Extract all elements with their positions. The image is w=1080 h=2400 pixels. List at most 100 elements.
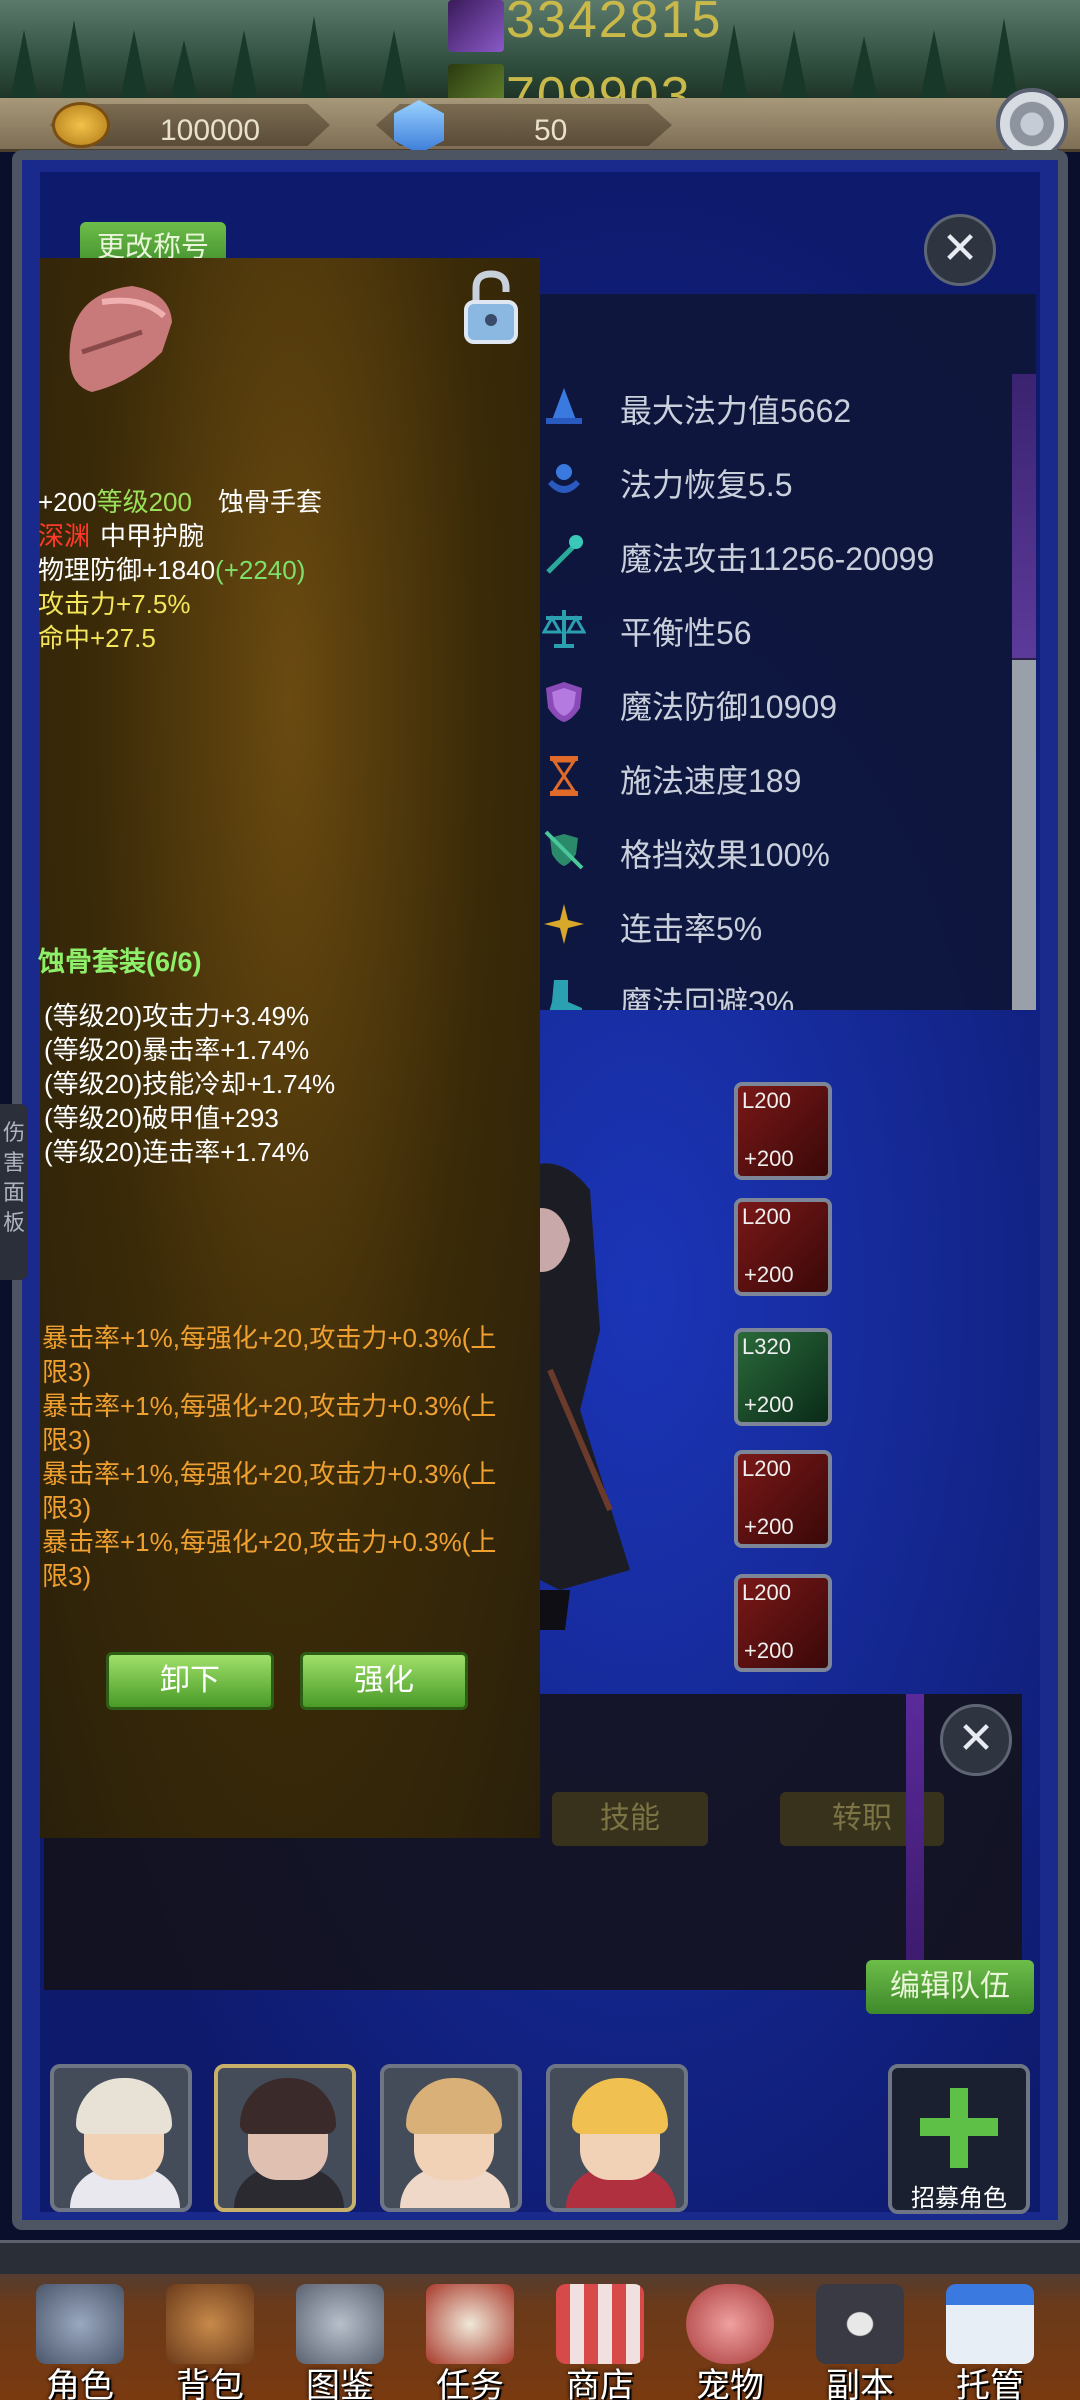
- stat-row: 连击率5%: [530, 892, 1010, 952]
- meat-icon: [686, 2284, 774, 2364]
- special-effect-line: 暴击率+1%,每强化+20,攻击力+0.3%(上: [42, 1459, 497, 1489]
- stat-text: 魔法回避3%: [620, 985, 795, 1010]
- set-bonus-line: (等级20)技能冷却+1.74%: [44, 1069, 336, 1099]
- set-bonus-line: (等级20)暴击率+1.74%: [44, 1035, 310, 1065]
- attr-attack: 攻击力+7.5%: [38, 589, 191, 619]
- edit-team-button[interactable]: 编辑队伍: [866, 1960, 1034, 2014]
- team-portrait-selected[interactable]: [214, 2064, 356, 2212]
- equipment-slot[interactable]: L320 +200: [734, 1328, 832, 1426]
- slot-level: L200: [742, 1456, 791, 1481]
- nav-dungeon[interactable]: 副本: [800, 2280, 920, 2400]
- unequip-button[interactable]: 卸下: [106, 1652, 274, 1710]
- hourglass-icon: [550, 756, 578, 796]
- item-name: 蚀骨手套: [217, 487, 322, 517]
- stats-scrollbar-lower: [1012, 660, 1036, 1010]
- nav-shop[interactable]: 商店: [540, 2280, 660, 2400]
- team-portrait[interactable]: [546, 2064, 688, 2212]
- stat-text: 格挡效果100%: [620, 837, 830, 873]
- slot-level: L320: [742, 1334, 791, 1359]
- magic-power-value: 3342815: [506, 0, 723, 49]
- nav-label: 商店: [566, 2367, 634, 2400]
- stat-row: 魔法攻击11256-20099: [530, 522, 1010, 582]
- portrait-hair: [240, 2078, 336, 2134]
- phys-def-bonus: (+2240): [215, 555, 306, 585]
- equipment-slot[interactable]: L200 +200: [734, 1082, 832, 1180]
- phys-def-line: 物理防御+1840(+2240): [38, 550, 305, 587]
- gold-amount: 100000: [160, 114, 261, 147]
- close-panel-button[interactable]: ✕: [924, 214, 996, 286]
- magic-wand-icon: [546, 535, 583, 574]
- portrait-hair: [76, 2078, 172, 2134]
- nav-label: 角色: [46, 2367, 114, 2400]
- set-bonus-line: (等级20)连击率+1.74%: [44, 1137, 310, 1167]
- stat-row: 格挡效果100%: [530, 818, 1010, 878]
- stat-row: 魔法防御10909: [530, 670, 1010, 730]
- slot-enhance: +200: [744, 1262, 794, 1287]
- enhance-level: +200: [38, 487, 97, 517]
- item-level: 等级200: [96, 487, 192, 517]
- equipment-slot[interactable]: L200 +200: [734, 1450, 832, 1548]
- nav-character[interactable]: 角色: [20, 2280, 140, 2400]
- recruit-label: 招募角色: [911, 2185, 1007, 2212]
- unlock-padlock-icon[interactable]: [462, 270, 520, 344]
- equipment-slot[interactable]: L200 +200: [734, 1574, 832, 1672]
- skull-gate-icon: [816, 2284, 904, 2364]
- set-title: 蚀骨套装(6/6): [38, 947, 202, 977]
- nav-label: 任务: [436, 2367, 504, 2400]
- team-portrait[interactable]: [50, 2064, 192, 2212]
- plus-icon-bar: [920, 2118, 998, 2136]
- stat-row: 施法速度189: [530, 744, 1010, 804]
- item-header-line: +200等级200 蚀骨手套: [38, 482, 322, 519]
- damage-panel-tab[interactable]: 伤害面板: [0, 1104, 28, 1280]
- gauntlet-icon: [69, 286, 172, 392]
- magic-shield-icon: [546, 682, 582, 722]
- special-effect-line: 暴击率+1%,每强化+20,攻击力+0.3%(上: [42, 1527, 497, 1557]
- slot-level: L200: [742, 1088, 791, 1113]
- combo-star-icon: [544, 904, 584, 944]
- stat-text: 最大法力值5662: [620, 393, 852, 429]
- nav-label: 图鉴: [306, 2367, 374, 2400]
- nav-codex[interactable]: 图鉴: [280, 2280, 400, 2400]
- gem-amount: 50: [534, 114, 568, 147]
- special-effect-line: 限3): [42, 1493, 92, 1523]
- close-lower-panel-button[interactable]: ✕: [940, 1704, 1012, 1776]
- slot-enhance: +200: [744, 1392, 794, 1417]
- nav-auto[interactable]: 托管: [930, 2280, 1050, 2400]
- nav-backpack[interactable]: 背包: [150, 2280, 270, 2400]
- stats-scrollbar-thumb[interactable]: [1012, 374, 1036, 658]
- backpack-icon: [166, 2284, 254, 2364]
- slot-enhance: +200: [744, 1146, 794, 1171]
- balance-scale-icon: [542, 610, 586, 648]
- nav-pets[interactable]: 宠物: [670, 2280, 790, 2400]
- slot-level: L200: [742, 1204, 791, 1229]
- scroll-icon: [426, 2284, 514, 2364]
- attr-accuracy: 命中+27.5: [38, 623, 156, 653]
- equipment-slot[interactable]: L200 +200: [734, 1198, 832, 1296]
- mana-recovery-icon: [548, 464, 580, 493]
- stat-text: 魔法攻击11256-20099: [620, 541, 935, 577]
- gold-coin-icon: [52, 102, 110, 148]
- calendar-icon: [946, 2284, 1034, 2364]
- wizard-hat-icon: [546, 388, 582, 424]
- bottom-nav-strip: [0, 2240, 1080, 2274]
- special-effect-line: 暴击率+1%,每强化+20,攻击力+0.3%(上: [42, 1323, 497, 1353]
- special-effect-line: 暴击率+1%,每强化+20,攻击力+0.3%(上: [42, 1391, 497, 1421]
- shop-icon: [556, 2284, 644, 2364]
- special-effect-line: 限3): [42, 1561, 92, 1591]
- skill-tab-button[interactable]: 技能: [552, 1792, 708, 1846]
- portrait-hair: [572, 2078, 668, 2134]
- stat-row: 魔法回避3%: [530, 966, 1010, 1010]
- phys-def: 物理防御+1840: [38, 555, 216, 585]
- team-portrait[interactable]: [380, 2064, 522, 2212]
- nav-label: 宠物: [696, 2367, 764, 2400]
- lower-panel-scrollbar: [906, 1694, 924, 1990]
- helmet-icon: [36, 2284, 124, 2364]
- enhance-button[interactable]: 强化: [300, 1652, 468, 1710]
- stat-text: 连击率5%: [620, 911, 763, 947]
- stat-text: 法力恢复5.5: [620, 467, 793, 503]
- stat-row: 平衡性56: [530, 596, 1010, 656]
- nav-label: 副本: [826, 2367, 894, 2400]
- item-quality: 深渊: [38, 521, 91, 551]
- nav-quests[interactable]: 任务: [410, 2280, 530, 2400]
- attribute-stats-panel: 最大法力值5662 法力恢复5.5 魔法攻击11256-20099 平衡性56 …: [530, 294, 1036, 1010]
